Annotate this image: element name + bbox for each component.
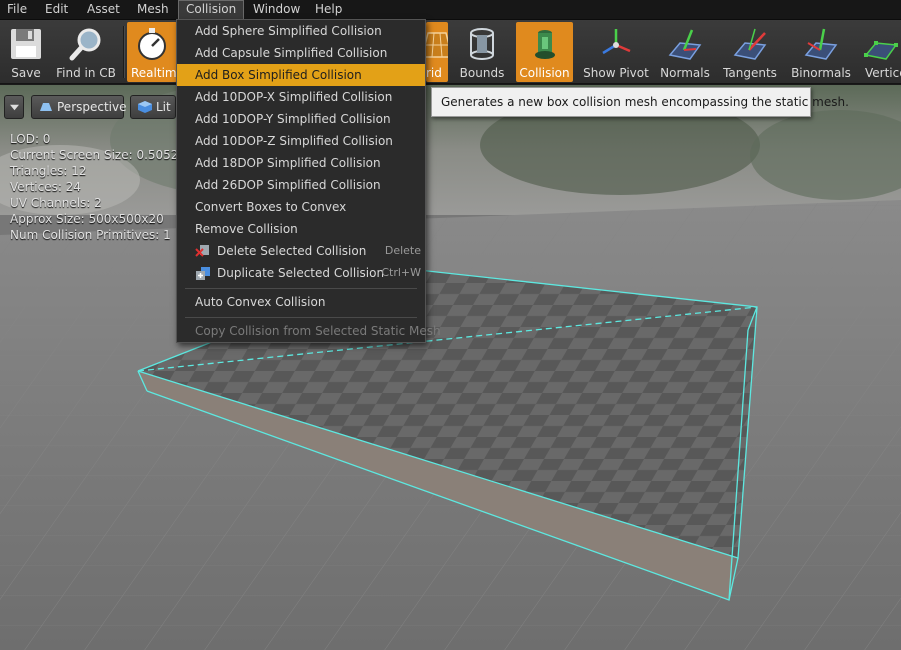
vertices-icon <box>864 41 898 60</box>
find-in-cb-icon <box>69 28 101 61</box>
save-button[interactable]: Save <box>2 22 50 82</box>
menu-item-add-sphere[interactable]: Add Sphere Simplified Collision <box>177 20 425 42</box>
mesh-stats: LOD: 0 Current Screen Size: 0.50528 Tria… <box>10 131 186 243</box>
pivot-icon <box>602 29 631 55</box>
save-label: Save <box>11 66 41 80</box>
delete-shortcut: Delete <box>384 244 421 257</box>
stat-collision-primitives: Num Collision Primitives: 1 <box>10 228 171 242</box>
duplicate-shortcut: Ctrl+W <box>381 266 421 279</box>
stat-screen-size: Current Screen Size: 0.50528 <box>10 148 187 162</box>
menu-separator <box>185 288 417 289</box>
menu-file[interactable]: File <box>0 0 34 20</box>
menu-separator <box>185 317 417 318</box>
menu-mesh[interactable]: Mesh <box>130 0 176 20</box>
duplicate-collision-icon <box>196 267 210 280</box>
bounds-icon <box>470 28 494 60</box>
find-in-cb-label: Find in CB <box>56 66 116 80</box>
bounds-button[interactable]: Bounds <box>450 22 514 82</box>
tangents-label: Tangents <box>723 66 777 80</box>
menu-item-delete-selected[interactable]: Delete Selected Collision Delete <box>177 240 425 262</box>
delete-collision-icon <box>195 245 209 257</box>
viewport-options-button[interactable] <box>4 95 24 119</box>
menu-item-add-26dop[interactable]: Add 26DOP Simplified Collision <box>177 174 425 196</box>
realtime-label: Realtime <box>131 66 184 80</box>
vertices-label: Vertices <box>865 66 901 80</box>
toolbar: Save Find in CB Realtime Bounds Collisio… <box>0 20 901 84</box>
lit-label: Lit <box>156 100 171 114</box>
menu-item-auto-convex[interactable]: Auto Convex Collision <box>177 291 425 313</box>
vertices-button[interactable]: Vertices <box>860 22 901 82</box>
normals-label: Normals <box>660 66 710 80</box>
stat-vertices: Vertices: 24 <box>10 180 81 194</box>
binormals-button[interactable]: Binormals <box>788 22 854 82</box>
stat-uv-channels: UV Channels: 2 <box>10 196 102 210</box>
show-pivot-button[interactable]: Show Pivot <box>580 22 652 82</box>
toolbar-separator <box>123 26 124 78</box>
perspective-icon <box>40 103 52 111</box>
realtime-button[interactable]: Realtime <box>127 22 184 82</box>
binormals-icon <box>804 28 838 60</box>
lit-cube-icon <box>138 101 152 113</box>
menu-item-add-10dop-z[interactable]: Add 10DOP-Z Simplified Collision <box>177 130 425 152</box>
menu-item-copy-collision: Copy Collision from Selected Static Mesh <box>195 324 441 338</box>
menu-collision[interactable]: Collision <box>178 0 245 20</box>
grid-label: rid <box>426 66 442 80</box>
menu-item-add-box[interactable]: Add Box Simplified Collision <box>177 64 425 86</box>
menu-item-add-10dop-y[interactable]: Add 10DOP-Y Simplified Collision <box>177 108 425 130</box>
menu-item-remove-collision[interactable]: Remove Collision <box>177 218 425 240</box>
collision-menu: Add Sphere Simplified Collision Add Caps… <box>176 19 441 343</box>
menu-item-add-18dop[interactable]: Add 18DOP Simplified Collision <box>177 152 425 174</box>
tooltip: Generates a new box collision mesh encom… <box>431 87 849 117</box>
tangents-icon <box>733 28 767 60</box>
collision-button[interactable]: Collision <box>516 22 573 82</box>
perspective-button[interactable]: Perspective <box>31 95 127 119</box>
menu-help[interactable]: Help <box>308 0 349 20</box>
menu-bar: File Edit Asset Mesh Collision Window He… <box>0 0 901 20</box>
delete-selected-label: Delete Selected Collision <box>217 244 367 258</box>
duplicate-selected-label: Duplicate Selected Collision <box>217 266 385 280</box>
chevron-down-icon <box>10 104 19 111</box>
viewport[interactable]: Perspective Lit LOD: 0 Current Screen Si… <box>0 85 901 650</box>
lit-button[interactable]: Lit <box>130 95 176 119</box>
grid-button[interactable]: rid <box>426 22 448 82</box>
tangents-button[interactable]: Tangents <box>718 22 782 82</box>
collision-label: Collision <box>519 66 570 80</box>
stat-approx-size: Approx Size: 500x500x20 <box>10 212 164 226</box>
grid-icon <box>426 32 448 58</box>
normals-icon <box>668 29 702 60</box>
binormals-label: Binormals <box>791 66 851 80</box>
normals-button[interactable]: Normals <box>656 22 714 82</box>
stat-triangles: Triangles: 12 <box>10 164 87 178</box>
realtime-icon <box>138 28 166 60</box>
menu-item-duplicate-selected[interactable]: Duplicate Selected Collision Ctrl+W <box>177 262 425 284</box>
menu-asset[interactable]: Asset <box>80 0 127 20</box>
find-in-cb-button[interactable]: Find in CB <box>54 22 118 82</box>
menu-edit[interactable]: Edit <box>38 0 75 20</box>
collision-icon <box>534 30 555 59</box>
menu-item-add-10dop-x[interactable]: Add 10DOP-X Simplified Collision <box>177 86 425 108</box>
show-pivot-label: Show Pivot <box>583 66 649 80</box>
menu-item-add-capsule[interactable]: Add Capsule Simplified Collision <box>177 42 425 64</box>
stat-lod: LOD: 0 <box>10 132 51 146</box>
bounds-label: Bounds <box>459 66 505 80</box>
menu-window[interactable]: Window <box>246 0 307 20</box>
perspective-label: Perspective <box>57 100 127 114</box>
menu-item-convert-boxes[interactable]: Convert Boxes to Convex <box>177 196 425 218</box>
save-icon <box>11 29 41 59</box>
